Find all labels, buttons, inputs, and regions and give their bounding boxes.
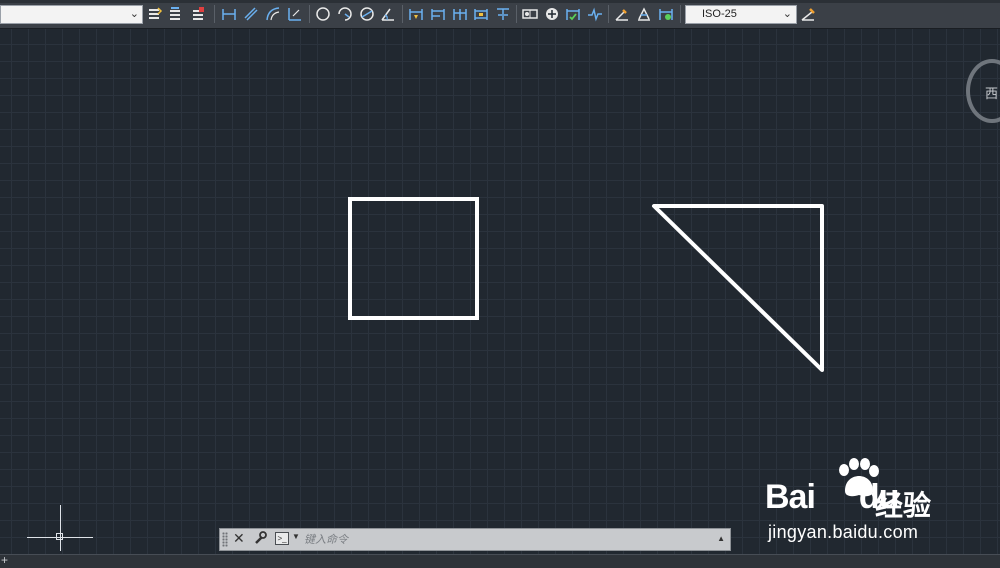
toolbar-separator <box>402 5 403 23</box>
viewcube-west-label[interactable]: 西 <box>985 83 998 102</box>
toolbar-separator <box>680 5 681 23</box>
toolbar-edge <box>0 0 1000 3</box>
angular-dimension-icon[interactable] <box>379 5 397 23</box>
add-layout-icon[interactable]: + <box>1 553 8 567</box>
quick-dimension-icon[interactable] <box>407 5 425 23</box>
baseline-dimension-icon[interactable] <box>429 5 447 23</box>
triangle-shape[interactable] <box>652 204 824 372</box>
dimension-style-value: ISO-25 <box>702 8 737 20</box>
rectangle-shape[interactable] <box>348 197 479 320</box>
command-prompt-icon[interactable]: >_ <box>275 532 289 545</box>
diameter-dimension-icon[interactable] <box>358 5 376 23</box>
inspection-icon[interactable] <box>564 5 582 23</box>
close-icon[interactable]: ✕ <box>233 530 245 547</box>
command-input[interactable] <box>304 531 704 548</box>
dimension-style-icon[interactable] <box>799 5 817 23</box>
linear-dimension-icon[interactable] <box>220 5 238 23</box>
continue-dimension-icon[interactable] <box>451 5 469 23</box>
status-bar: + <box>0 553 1000 568</box>
dimension-text-edit-icon[interactable] <box>635 5 653 23</box>
crosshair-pickbox <box>56 533 63 540</box>
crosshair-cursor-vertical <box>60 505 61 551</box>
ordinate-dimension-icon[interactable] <box>286 5 304 23</box>
baidu-logo-text: Bai <box>765 478 816 516</box>
dimension-space-icon[interactable] <box>472 5 490 23</box>
jingyan-url: jingyan.baidu.com <box>768 522 919 542</box>
toolbar-separator <box>516 5 517 23</box>
chevron-down-icon: ⌄ <box>129 8 139 20</box>
aligned-dimension-icon[interactable] <box>242 5 260 23</box>
jingyan-label: 经验 <box>875 490 932 521</box>
dimension-update-icon[interactable] <box>657 5 675 23</box>
tolerance-icon[interactable] <box>521 5 539 23</box>
chevron-up-icon[interactable]: ▲ <box>717 534 725 543</box>
dimension-break-icon[interactable] <box>494 5 512 23</box>
chevron-down-icon: ⌄ <box>782 8 792 20</box>
dimension-toolbar: ⌄ ISO-25 ⌄ <box>0 0 1000 29</box>
jogged-dimension-icon[interactable] <box>336 5 354 23</box>
layer-previous-icon[interactable] <box>189 5 207 23</box>
baidu-jingyan-watermark: Bai du 经验 jingyan.baidu.com <box>765 458 1000 548</box>
radius-dimension-icon[interactable] <box>314 5 332 23</box>
toolbar-separator <box>608 5 609 23</box>
center-mark-icon[interactable] <box>543 5 561 23</box>
wrench-icon[interactable] <box>253 531 267 550</box>
arc-length-icon[interactable] <box>264 5 282 23</box>
toolbar-separator <box>214 5 215 23</box>
drag-handle-icon[interactable] <box>222 532 228 547</box>
chevron-down-icon[interactable]: ▼ <box>292 532 300 541</box>
layer-dropdown[interactable]: ⌄ <box>0 5 143 24</box>
jogged-linear-icon[interactable] <box>586 5 604 23</box>
layer-state-icon[interactable] <box>167 5 185 23</box>
dimension-style-select[interactable]: ISO-25 ⌄ <box>685 5 797 24</box>
layer-properties-icon[interactable] <box>146 5 164 23</box>
toolbar-separator <box>309 5 310 23</box>
command-line: ✕ >_ ▼ ▲ <box>219 528 731 551</box>
dimension-edit-icon[interactable] <box>613 5 631 23</box>
